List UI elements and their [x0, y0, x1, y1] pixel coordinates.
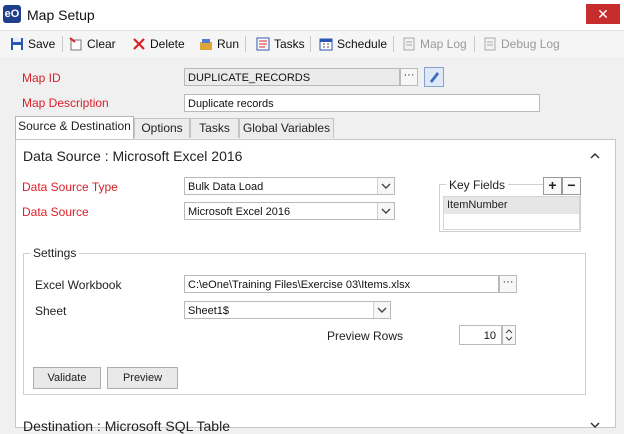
data-source-type-select[interactable]: Bulk Data Load: [184, 177, 395, 195]
close-button[interactable]: ✕: [586, 4, 620, 24]
data-source-value: Microsoft Excel 2016: [188, 206, 291, 218]
save-label: Save: [28, 37, 56, 51]
tab-source-destination[interactable]: Source & Destination: [15, 116, 134, 139]
chevron-down-icon[interactable]: [589, 419, 601, 431]
sheet-label: Sheet: [35, 304, 67, 318]
preview-rows-label: Preview Rows: [327, 329, 404, 343]
schedule-label: Schedule: [337, 37, 388, 51]
schedule-button[interactable]: Schedule: [319, 35, 387, 53]
map-id-input[interactable]: DUPLICATE_RECORDS: [184, 68, 400, 86]
preview-rows-stepper[interactable]: [502, 325, 516, 345]
window-title: Map Setup: [27, 7, 95, 23]
settings-title: Settings: [30, 246, 80, 260]
toolbar-divider: [474, 36, 475, 52]
run-label: Run: [217, 37, 240, 51]
key-fields-title: Key Fields: [446, 178, 509, 192]
toolbar-divider: [245, 36, 246, 52]
add-key-field-button[interactable]: +: [543, 177, 562, 195]
remove-key-field-button[interactable]: −: [562, 177, 581, 195]
map-description-label: Map Description: [22, 96, 109, 110]
tasks-button[interactable]: Tasks: [256, 35, 305, 53]
key-fields-list: ItemNumber: [443, 196, 580, 230]
data-source-type-label: Data Source Type: [22, 180, 118, 194]
list-item[interactable]: ItemNumber: [444, 197, 579, 214]
clear-icon: [69, 37, 83, 51]
validate-button[interactable]: Validate: [33, 367, 101, 389]
sheet-select[interactable]: Sheet1$: [184, 301, 391, 319]
clear-label: Clear: [87, 37, 116, 51]
delete-label: Delete: [150, 37, 185, 51]
data-source-label: Data Source: [22, 205, 89, 219]
destination-section-title: Destination : Microsoft SQL Table: [23, 418, 230, 434]
map-description-input[interactable]: Duplicate records: [184, 94, 540, 112]
run-icon: [199, 37, 213, 51]
toolbar: Save Clear Delete Run Tasks Schedule Map…: [0, 31, 624, 57]
calendar-icon: [319, 37, 333, 51]
chevron-up-icon[interactable]: [589, 150, 601, 162]
chevron-down-icon: [377, 203, 394, 219]
toolbar-divider: [62, 36, 63, 52]
data-source-section-title: Data Source : Microsoft Excel 2016: [23, 148, 243, 164]
map-log-label: Map Log: [420, 37, 467, 51]
map-log-button[interactable]: Map Log: [402, 35, 467, 53]
map-id-label: Map ID: [22, 71, 61, 85]
delete-icon: [132, 37, 146, 51]
tab-options[interactable]: Options: [134, 118, 190, 138]
save-button[interactable]: Save: [10, 35, 55, 53]
chevron-down-icon: [377, 178, 394, 194]
debug-log-label: Debug Log: [501, 37, 560, 51]
delete-button[interactable]: Delete: [132, 35, 185, 53]
tab-tasks[interactable]: Tasks: [190, 118, 239, 138]
data-source-select[interactable]: Microsoft Excel 2016: [184, 202, 395, 220]
data-source-type-value: Bulk Data Load: [188, 181, 264, 193]
app-logo-icon: eO: [3, 5, 21, 23]
map-log-icon: [402, 37, 416, 51]
save-icon: [10, 37, 24, 51]
workbook-browse-button[interactable]: ···: [499, 275, 517, 293]
tab-global-variables[interactable]: Global Variables: [239, 118, 334, 138]
edit-icon[interactable]: [424, 67, 444, 87]
debug-log-icon: [483, 37, 497, 51]
tasks-icon: [256, 37, 270, 51]
map-id-browse-button[interactable]: ···: [400, 68, 418, 86]
preview-rows-input[interactable]: 10: [459, 325, 502, 345]
sheet-value: Sheet1$: [188, 305, 229, 317]
excel-workbook-input[interactable]: C:\eOne\Training Files\Exercise 03\Items…: [184, 275, 499, 293]
title-bar: eO Map Setup ✕: [0, 0, 624, 31]
chevron-down-icon: [373, 302, 390, 318]
clear-button[interactable]: Clear: [69, 35, 116, 53]
tasks-label: Tasks: [274, 37, 305, 51]
run-button[interactable]: Run: [199, 35, 239, 53]
debug-log-button[interactable]: Debug Log: [483, 35, 560, 53]
excel-workbook-label: Excel Workbook: [35, 278, 122, 292]
preview-button[interactable]: Preview: [107, 367, 178, 389]
toolbar-divider: [393, 36, 394, 52]
toolbar-divider: [310, 36, 311, 52]
